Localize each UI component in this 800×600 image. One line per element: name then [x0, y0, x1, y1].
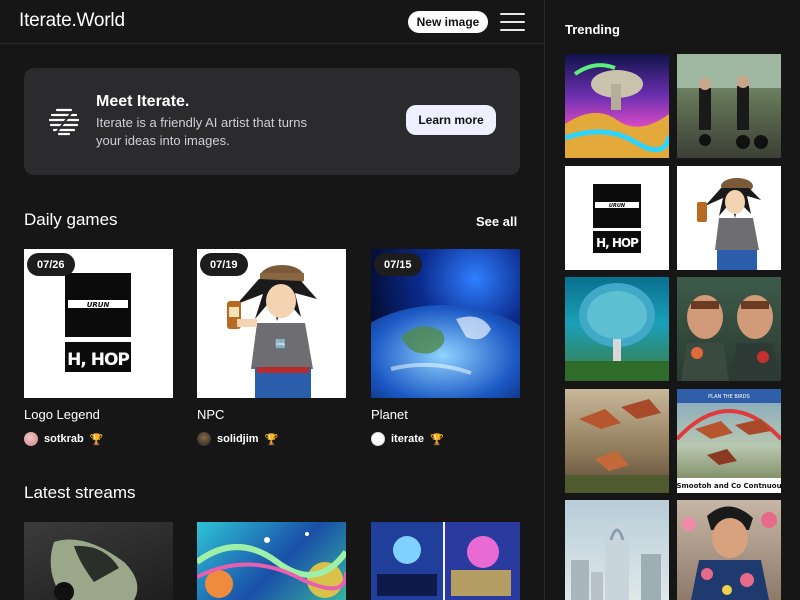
meet-title: Meet Iterate.: [96, 93, 190, 110]
trending-thumbnail[interactable]: [677, 54, 781, 158]
trending-thumbnail[interactable]: [677, 277, 781, 381]
poster-banner-text: PLAN THE BIRDS: [708, 394, 750, 400]
trending-thumbnail[interactable]: [565, 54, 669, 158]
logo-top-text: URUN: [87, 301, 110, 309]
logo-art: URUN H, HOP: [593, 184, 641, 253]
trending-thumbnail[interactable]: PLAN THE BIRDS Smootoh and Co Contnuou: [677, 389, 781, 493]
game-title: NPC: [197, 407, 225, 422]
date-badge: 07/19: [200, 253, 248, 276]
svg-text:🆒: 🆒: [275, 338, 286, 350]
poster-caption-text: Smootoh and Co Contnuou: [677, 482, 781, 490]
learn-more-button[interactable]: Learn more: [406, 105, 496, 135]
cosmic-art: [197, 532, 346, 598]
author-name: solidjim: [217, 433, 259, 445]
latest-streams-title: Latest streams: [24, 483, 136, 502]
top-bar: Iterate.World New image: [0, 0, 544, 44]
game-author[interactable]: solidjim 🏆: [197, 432, 278, 446]
avatar: [371, 432, 385, 446]
trending-sidebar: Trending URUN H, HOP PLAN THE BIRDS Smoo…: [545, 0, 800, 600]
meet-iterate-card: Meet Iterate. Iterate is a friendly AI a…: [24, 68, 520, 175]
date-badge: 07/26: [27, 253, 75, 276]
game-author[interactable]: iterate 🏆: [371, 432, 444, 446]
psychedelic-art: [565, 63, 669, 158]
logo-top-text: URUN: [609, 203, 626, 209]
hamburger-menu-icon[interactable]: [500, 13, 525, 31]
segway-photo: [677, 54, 781, 149]
game-card-npc[interactable]: 🆒 07/19 NPC solidjim 🏆: [197, 249, 346, 446]
portrait-art: [681, 295, 779, 381]
stream-thumbnail[interactable]: [24, 522, 173, 600]
npc-art: [697, 178, 761, 270]
date-badge: 07/15: [374, 253, 422, 276]
trending-thumbnail[interactable]: URUN H, HOP: [565, 166, 669, 270]
site-logo[interactable]: Iterate.World: [19, 10, 125, 32]
logo-bottom-text: H, HOP: [67, 350, 129, 370]
author-name: iterate: [391, 433, 425, 445]
game-image[interactable]: 07/15: [371, 249, 520, 398]
game-card-planet[interactable]: 07/15 Planet iterate 🏆: [371, 249, 520, 446]
trending-thumbnail[interactable]: [565, 389, 669, 493]
skyline-art: [571, 523, 661, 600]
see-all-link[interactable]: See all: [476, 214, 517, 229]
new-image-button[interactable]: New image: [408, 11, 488, 33]
trending-thumbnail[interactable]: [677, 500, 781, 600]
main-feed: Meet Iterate. Iterate is a friendly AI a…: [0, 44, 544, 600]
birds-poster: PLAN THE BIRDS Smootoh and Co Contnuou: [677, 389, 781, 493]
stream-thumbnail[interactable]: [371, 522, 520, 600]
game-title: Planet: [371, 407, 408, 422]
trending-thumbnail[interactable]: [565, 277, 669, 381]
birds-painting: [565, 399, 669, 493]
trophy-icon: 🏆: [430, 433, 444, 446]
game-author[interactable]: sotkrab 🏆: [24, 432, 103, 446]
trophy-icon: 🏆: [89, 433, 104, 446]
logo-bottom-text: H, HOP: [596, 236, 639, 250]
trending-title: Trending: [565, 22, 620, 37]
game-title: Logo Legend: [24, 407, 100, 422]
stream-thumbnail[interactable]: [197, 522, 346, 600]
game-image[interactable]: URUN H, HOP 07/26: [24, 249, 173, 398]
game-image[interactable]: 🆒 07/19: [197, 249, 346, 398]
author-name: sotkrab: [44, 433, 84, 445]
car-art: [50, 539, 138, 600]
trending-thumbnail[interactable]: [677, 166, 781, 270]
trending-thumbnail[interactable]: [565, 500, 669, 600]
meet-description: Iterate is a friendly AI artist that tur…: [96, 115, 307, 148]
poster-art: [371, 522, 520, 600]
avatar: [197, 432, 211, 446]
elvis-art: [682, 506, 777, 600]
game-card-logo-legend[interactable]: URUN H, HOP 07/26 Logo Legend sotkrab 🏆: [24, 249, 173, 446]
iterate-logo-icon: [48, 108, 80, 136]
daily-games-title: Daily games: [24, 210, 118, 229]
avatar: [24, 432, 38, 446]
trophy-icon: 🏆: [264, 433, 279, 446]
tree-art: [565, 283, 669, 381]
